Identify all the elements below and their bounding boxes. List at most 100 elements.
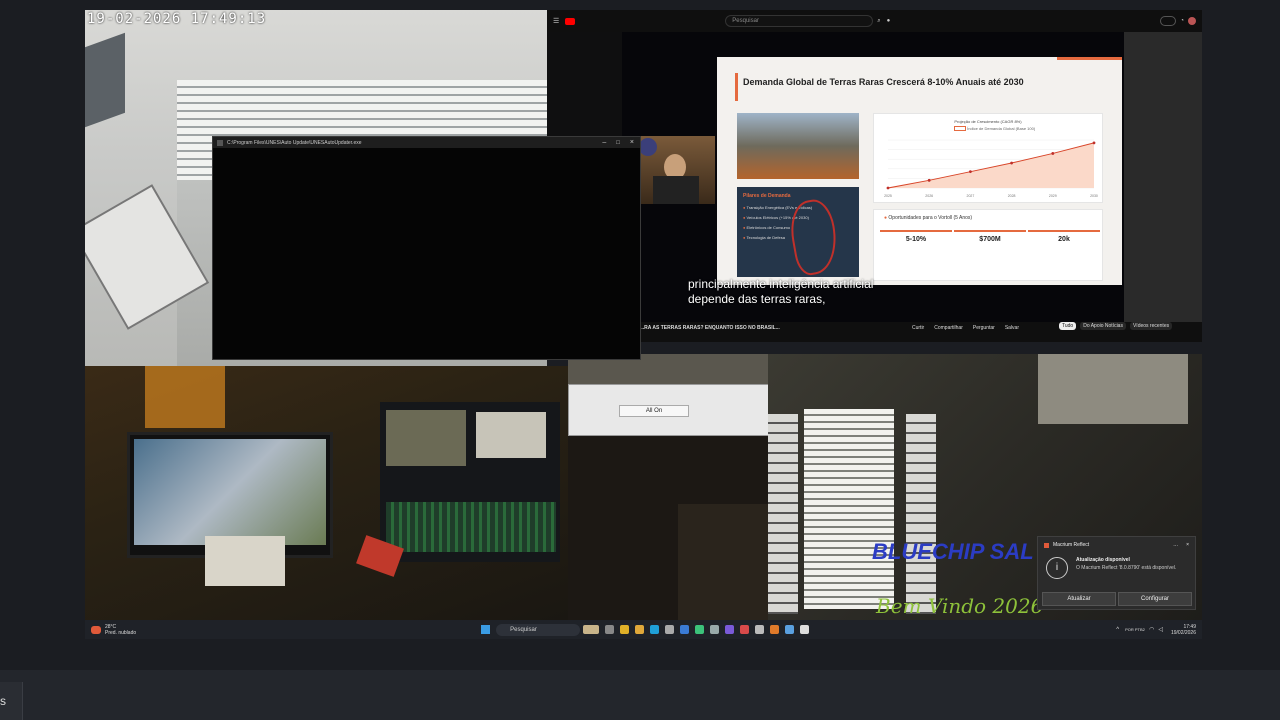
audio-mixer-screen <box>386 502 556 552</box>
toast-update-button[interactable]: Atualizar <box>1042 592 1116 606</box>
title-accent <box>735 73 738 101</box>
avatar[interactable] <box>1188 17 1196 25</box>
camera-timestamp: 19-02-2026 17:49:13 <box>87 11 267 27</box>
chart-legend: Índice de Demanda Global (Base 100) <box>954 126 1102 132</box>
right-sidebar <box>1124 32 1202 322</box>
toast-close-icon[interactable]: × <box>1186 542 1189 548</box>
chip-recent[interactable]: Vídeos recentes <box>1129 322 1173 330</box>
app-dialog: All On <box>568 384 768 436</box>
presentation-slide: Demanda Global de Terras Raras Crescerá … <box>717 57 1122 285</box>
windows-start-icon[interactable] <box>481 625 491 634</box>
toast-app-name: Macrium Reflect <box>1053 542 1090 548</box>
youtube-logo-icon[interactable] <box>565 17 576 25</box>
screen-area <box>476 412 546 458</box>
volume-icon[interactable]: ◁ <box>1158 626 1163 633</box>
maximize-icon[interactable]: □ <box>616 140 620 146</box>
opportunity-title-text: Oportunidades para o Vortoll (5 Anos) <box>888 215 973 221</box>
overlay-text-welcome: Bem Vindo 2026 <box>876 594 1044 618</box>
opportunity-card: ● Oportunidades para o Vortoll (5 Anos) … <box>873 209 1103 281</box>
toast-body: O Macrium Reflect '8.0.8790' está dispon… <box>1076 565 1177 571</box>
taskbar: 28°C Pred. nublado Pesquisar ^ POR PTB2 … <box>85 620 1202 639</box>
app-icon[interactable] <box>680 625 690 634</box>
stat-box: 20k <box>1028 230 1100 256</box>
close-icon[interactable]: × <box>630 139 634 146</box>
chart-point <box>1051 152 1055 155</box>
file-explorer-icon[interactable] <box>635 625 645 634</box>
minimize-icon[interactable]: – <box>602 139 606 146</box>
chrome-icon[interactable] <box>620 625 630 634</box>
app-icon[interactable] <box>725 625 735 634</box>
app-icon[interactable] <box>785 625 795 634</box>
bottom-chrome: s <box>0 650 1280 720</box>
language-indicator[interactable]: POR PTB2 <box>1125 627 1145 633</box>
create-button[interactable] <box>1160 16 1177 26</box>
chart-x-tick: 2028 <box>1008 194 1016 198</box>
wall-poster <box>1038 354 1188 424</box>
weather-text: Pred. nublado <box>105 629 137 636</box>
video-actions: Curtir Compartilhar Perguntar Salvar <box>912 325 1019 331</box>
chart-x-tick: 2030 <box>1090 194 1098 198</box>
demand-item-label: Tecnologia de Defesa <box>746 235 785 240</box>
app-icon[interactable] <box>665 625 675 634</box>
chip-all[interactable]: Tudo <box>1059 322 1077 330</box>
screen-area <box>386 410 466 466</box>
toast-header: Macrium Reflect … × <box>1044 542 1189 548</box>
search-input[interactable]: Pesquisar <box>725 15 874 27</box>
toast-config-button[interactable]: Configurar <box>1118 592 1192 606</box>
bell-icon[interactable]: ◔ <box>1180 18 1184 24</box>
like-button[interactable]: Curtir <box>912 325 924 331</box>
save-button[interactable]: Salvar <box>1005 325 1019 331</box>
chart-card: Projeção de Crescimento (CAGR 8%) Índice… <box>873 113 1103 203</box>
share-button[interactable]: Compartilhar <box>934 325 963 331</box>
app-icon[interactable] <box>800 625 810 634</box>
chart-point <box>1092 141 1096 145</box>
chip-news[interactable]: Do Apoio Notícias <box>1080 322 1126 330</box>
menu-icon[interactable]: ☰ <box>553 17 559 25</box>
chart-point <box>927 178 931 182</box>
widget-icon[interactable] <box>583 625 600 634</box>
terminal-titlebar[interactable]: C:\Program Files\UNES\Auto Update\UNESAu… <box>213 137 640 148</box>
webcam-overlay <box>639 136 715 204</box>
app-icon[interactable] <box>695 625 705 634</box>
app-icon[interactable] <box>710 625 720 634</box>
stat-box: 5-10% <box>880 230 952 256</box>
toast-heading: Atualização disponível <box>1076 557 1130 563</box>
weather-widget[interactable]: 28°C Pred. nublado <box>105 624 136 636</box>
chart-x-tick: 2025 <box>884 194 892 198</box>
stat-value: 5-10% <box>905 236 927 243</box>
info-icon: i <box>1046 557 1068 579</box>
toast-more-icon[interactable]: … <box>1173 542 1178 548</box>
browser-window: ☰ Pesquisar ⌕ ● ◔ Demanda Global de Terr… <box>547 10 1202 342</box>
camera-feed-studio <box>85 366 568 620</box>
task-view-icon[interactable] <box>605 625 615 634</box>
settings-icon[interactable] <box>755 625 765 634</box>
subtitle-line: principalmente inteligência artificial <box>688 277 874 291</box>
overlay-text-bluechip: BLUECHIP SAL <box>872 539 1034 564</box>
second-monitor <box>380 402 560 562</box>
terminal-window[interactable]: C:\Program Files\UNES\Auto Update\UNESAu… <box>212 136 641 360</box>
refinery-image <box>737 113 859 179</box>
search-icon[interactable]: ⌕ <box>877 18 880 25</box>
taskbar-search[interactable]: Pesquisar <box>496 623 581 636</box>
stat-box: $700M <box>954 230 1026 256</box>
app-icon[interactable] <box>740 625 750 634</box>
paper-stack <box>205 536 285 586</box>
ask-button[interactable]: Perguntar <box>973 325 995 331</box>
app-icon[interactable] <box>770 625 780 634</box>
stat-value: $700M <box>979 236 1001 243</box>
all-on-button[interactable]: All On <box>619 405 689 417</box>
clock[interactable]: 17:49 19/02/2026 <box>1171 624 1196 636</box>
video-title[interactable]: ...RA AS TERRAS RARAS? ENQUANTO ISSO NO … <box>640 325 780 331</box>
notification-toast[interactable]: Macrium Reflect … × i Atualização dispon… <box>1037 536 1196 610</box>
terminal-title: C:\Program Files\UNES\Auto Update\UNESAu… <box>227 139 362 146</box>
edge-icon[interactable] <box>650 625 660 634</box>
weather-icon[interactable] <box>91 625 101 634</box>
tray-chevron-icon[interactable]: ^ <box>1116 627 1119 633</box>
camera-feed-dark-room: All On <box>568 354 768 620</box>
slide-accent-bar <box>1057 57 1122 60</box>
growth-chart: 2025 2026 2027 2028 2029 2030 <box>884 139 1098 198</box>
chart-point <box>1010 161 1013 165</box>
wifi-icon[interactable]: ◠ <box>1149 626 1154 633</box>
mic-icon[interactable]: ● <box>887 18 891 24</box>
bottom-tab[interactable]: s <box>0 682 23 720</box>
